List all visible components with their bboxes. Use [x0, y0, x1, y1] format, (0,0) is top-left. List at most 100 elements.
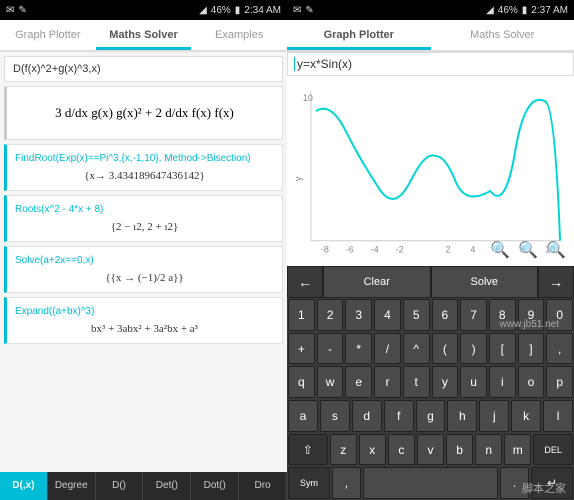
- clear-button[interactable]: Clear: [323, 266, 431, 298]
- edit-icon: ✎: [18, 5, 26, 16]
- key-1[interactable]: 1: [288, 299, 315, 331]
- svg-text:-4: -4: [371, 245, 379, 255]
- status-bar: ✉ ✎ ◢ 46% ▮ 2:34 AM: [0, 0, 287, 20]
- fn-dot[interactable]: Dot(): [191, 472, 239, 500]
- function-input[interactable]: y=x*Sin(x): [287, 52, 574, 76]
- battery-icon: ▮: [235, 5, 241, 16]
- fn-d-x[interactable]: D(,x): [0, 472, 48, 500]
- key-q[interactable]: q: [288, 366, 315, 398]
- arrow-right-button[interactable]: →: [538, 266, 574, 298]
- tab-examples[interactable]: Examples: [191, 20, 287, 50]
- key-r[interactable]: r: [374, 366, 401, 398]
- key--[interactable]: -: [317, 333, 344, 365]
- card-output: bx³ + 3abx² + 3a²bx + a³: [15, 323, 274, 335]
- expression-input[interactable]: D(f(x)^2+g(x)^3,x): [4, 56, 283, 82]
- result-card: 3 d/dx g(x) g(x)² + 2 d/dx f(x) f(x): [4, 86, 283, 140]
- key-y[interactable]: y: [432, 366, 459, 398]
- example-card-1[interactable]: Roots(x^2 - 4*x + 8) {2 − ı2, 2 + ı2}: [4, 195, 283, 242]
- battery-label: 46%: [498, 5, 518, 16]
- key-u[interactable]: u: [460, 366, 487, 398]
- key-f[interactable]: f: [384, 400, 414, 432]
- key-)[interactable]: ): [460, 333, 487, 365]
- key-][interactable]: ]: [518, 333, 545, 365]
- key-o[interactable]: o: [518, 366, 545, 398]
- key-v[interactable]: v: [417, 434, 444, 466]
- key-del[interactable]: DEL: [533, 434, 573, 466]
- key-i[interactable]: i: [489, 366, 516, 398]
- fn-d[interactable]: D(): [96, 472, 144, 500]
- key-6[interactable]: 6: [432, 299, 459, 331]
- key-space[interactable]: [363, 467, 499, 499]
- key-^[interactable]: ^: [403, 333, 430, 365]
- fn-dro[interactable]: Dro: [239, 472, 287, 500]
- tab-graph-plotter[interactable]: Graph Plotter: [287, 20, 431, 50]
- example-card-0[interactable]: FindRoot(Exp(x)==Pi^3,{x,-1,10}, Method-…: [4, 144, 283, 191]
- key-p[interactable]: p: [546, 366, 573, 398]
- key-e[interactable]: e: [345, 366, 372, 398]
- key-4[interactable]: 4: [374, 299, 401, 331]
- key-[[interactable]: [: [489, 333, 516, 365]
- key-s[interactable]: s: [320, 400, 350, 432]
- card-input: Roots(x^2 - 4*x + 8): [15, 204, 274, 215]
- key-a[interactable]: a: [288, 400, 318, 432]
- graph-canvas[interactable]: 10 y -8 -6 -4 -2 2 4 6 8 10 🔍 🔍 🔍: [287, 76, 574, 266]
- tab-bar: Graph Plotter Maths Solver Examples: [0, 20, 287, 52]
- example-card-2[interactable]: Solve(a+2x==0,x) {{x → (−1)/2 a}}: [4, 246, 283, 293]
- svg-text:-2: -2: [396, 245, 404, 255]
- tab-maths-solver[interactable]: Maths Solver: [96, 20, 192, 50]
- svg-text:-6: -6: [346, 245, 354, 255]
- key-w[interactable]: w: [317, 366, 344, 398]
- key-comma[interactable]: ,: [332, 467, 361, 499]
- zoom-out-icon[interactable]: 🔍: [518, 240, 538, 260]
- key-5[interactable]: 5: [403, 299, 430, 331]
- key-3[interactable]: 3: [345, 299, 372, 331]
- key-⇧[interactable]: ⇧: [288, 434, 328, 466]
- solver-content: D(f(x)^2+g(x)^3,x) 3 d/dx g(x) g(x)² + 2…: [0, 52, 287, 472]
- formula-output: 3 d/dx g(x) g(x)² + 2 d/dx f(x) f(x): [15, 95, 274, 131]
- signal-icon: ◢: [199, 5, 207, 16]
- key-h[interactable]: h: [447, 400, 477, 432]
- key-2[interactable]: 2: [317, 299, 344, 331]
- card-input: Solve(a+2x==0,x): [15, 255, 274, 266]
- key-j[interactable]: j: [479, 400, 509, 432]
- zoom-in-icon[interactable]: 🔍: [490, 240, 510, 260]
- example-card-3[interactable]: Expand((a+bx)^3) bx³ + 3abx² + 3a²bx + a…: [4, 297, 283, 344]
- tab-graph-plotter[interactable]: Graph Plotter: [0, 20, 96, 50]
- key-k[interactable]: k: [511, 400, 541, 432]
- key-d[interactable]: d: [352, 400, 382, 432]
- arrow-left-button[interactable]: ←: [287, 266, 323, 298]
- key-m[interactable]: m: [504, 434, 531, 466]
- function-text: y=x*Sin(x): [297, 57, 352, 71]
- card-output: {2 − ı2, 2 + ı2}: [15, 221, 274, 233]
- fn-det[interactable]: Det(): [143, 472, 191, 500]
- key-+[interactable]: +: [288, 333, 315, 365]
- left-screenshot: ✉ ✎ ◢ 46% ▮ 2:34 AM Graph Plotter Maths …: [0, 0, 287, 500]
- fn-degree[interactable]: Degree: [48, 472, 96, 500]
- keyboard: ← Clear Solve → 1234567890+-*/^()[],qwer…: [287, 266, 574, 500]
- right-screenshot: ✉ ✎ ◢ 46% ▮ 2:37 AM Graph Plotter Maths …: [287, 0, 574, 500]
- key-*[interactable]: *: [345, 333, 372, 365]
- key-sym[interactable]: Sym: [288, 467, 330, 499]
- key-l[interactable]: l: [543, 400, 573, 432]
- key-/[interactable]: /: [374, 333, 401, 365]
- key-t[interactable]: t: [403, 366, 430, 398]
- solve-button[interactable]: Solve: [431, 266, 539, 298]
- key-c[interactable]: c: [388, 434, 415, 466]
- key-b[interactable]: b: [446, 434, 473, 466]
- key-7[interactable]: 7: [460, 299, 487, 331]
- signal-icon: ◢: [486, 5, 494, 16]
- key-g[interactable]: g: [416, 400, 446, 432]
- zoom-controls: 🔍 🔍 🔍: [490, 240, 566, 260]
- key-z[interactable]: z: [330, 434, 357, 466]
- edit-icon: ✎: [305, 5, 313, 16]
- tab-maths-solver[interactable]: Maths Solver: [431, 20, 574, 50]
- zoom-fit-icon[interactable]: 🔍: [546, 240, 566, 260]
- key-,[interactable]: ,: [546, 333, 573, 365]
- watermark-url: www.jb51.net: [500, 319, 559, 330]
- svg-text:y: y: [293, 176, 303, 181]
- battery-label: 46%: [211, 5, 231, 16]
- key-x[interactable]: x: [359, 434, 386, 466]
- key-([interactable]: (: [432, 333, 459, 365]
- key-n[interactable]: n: [475, 434, 502, 466]
- battery-icon: ▮: [522, 5, 528, 16]
